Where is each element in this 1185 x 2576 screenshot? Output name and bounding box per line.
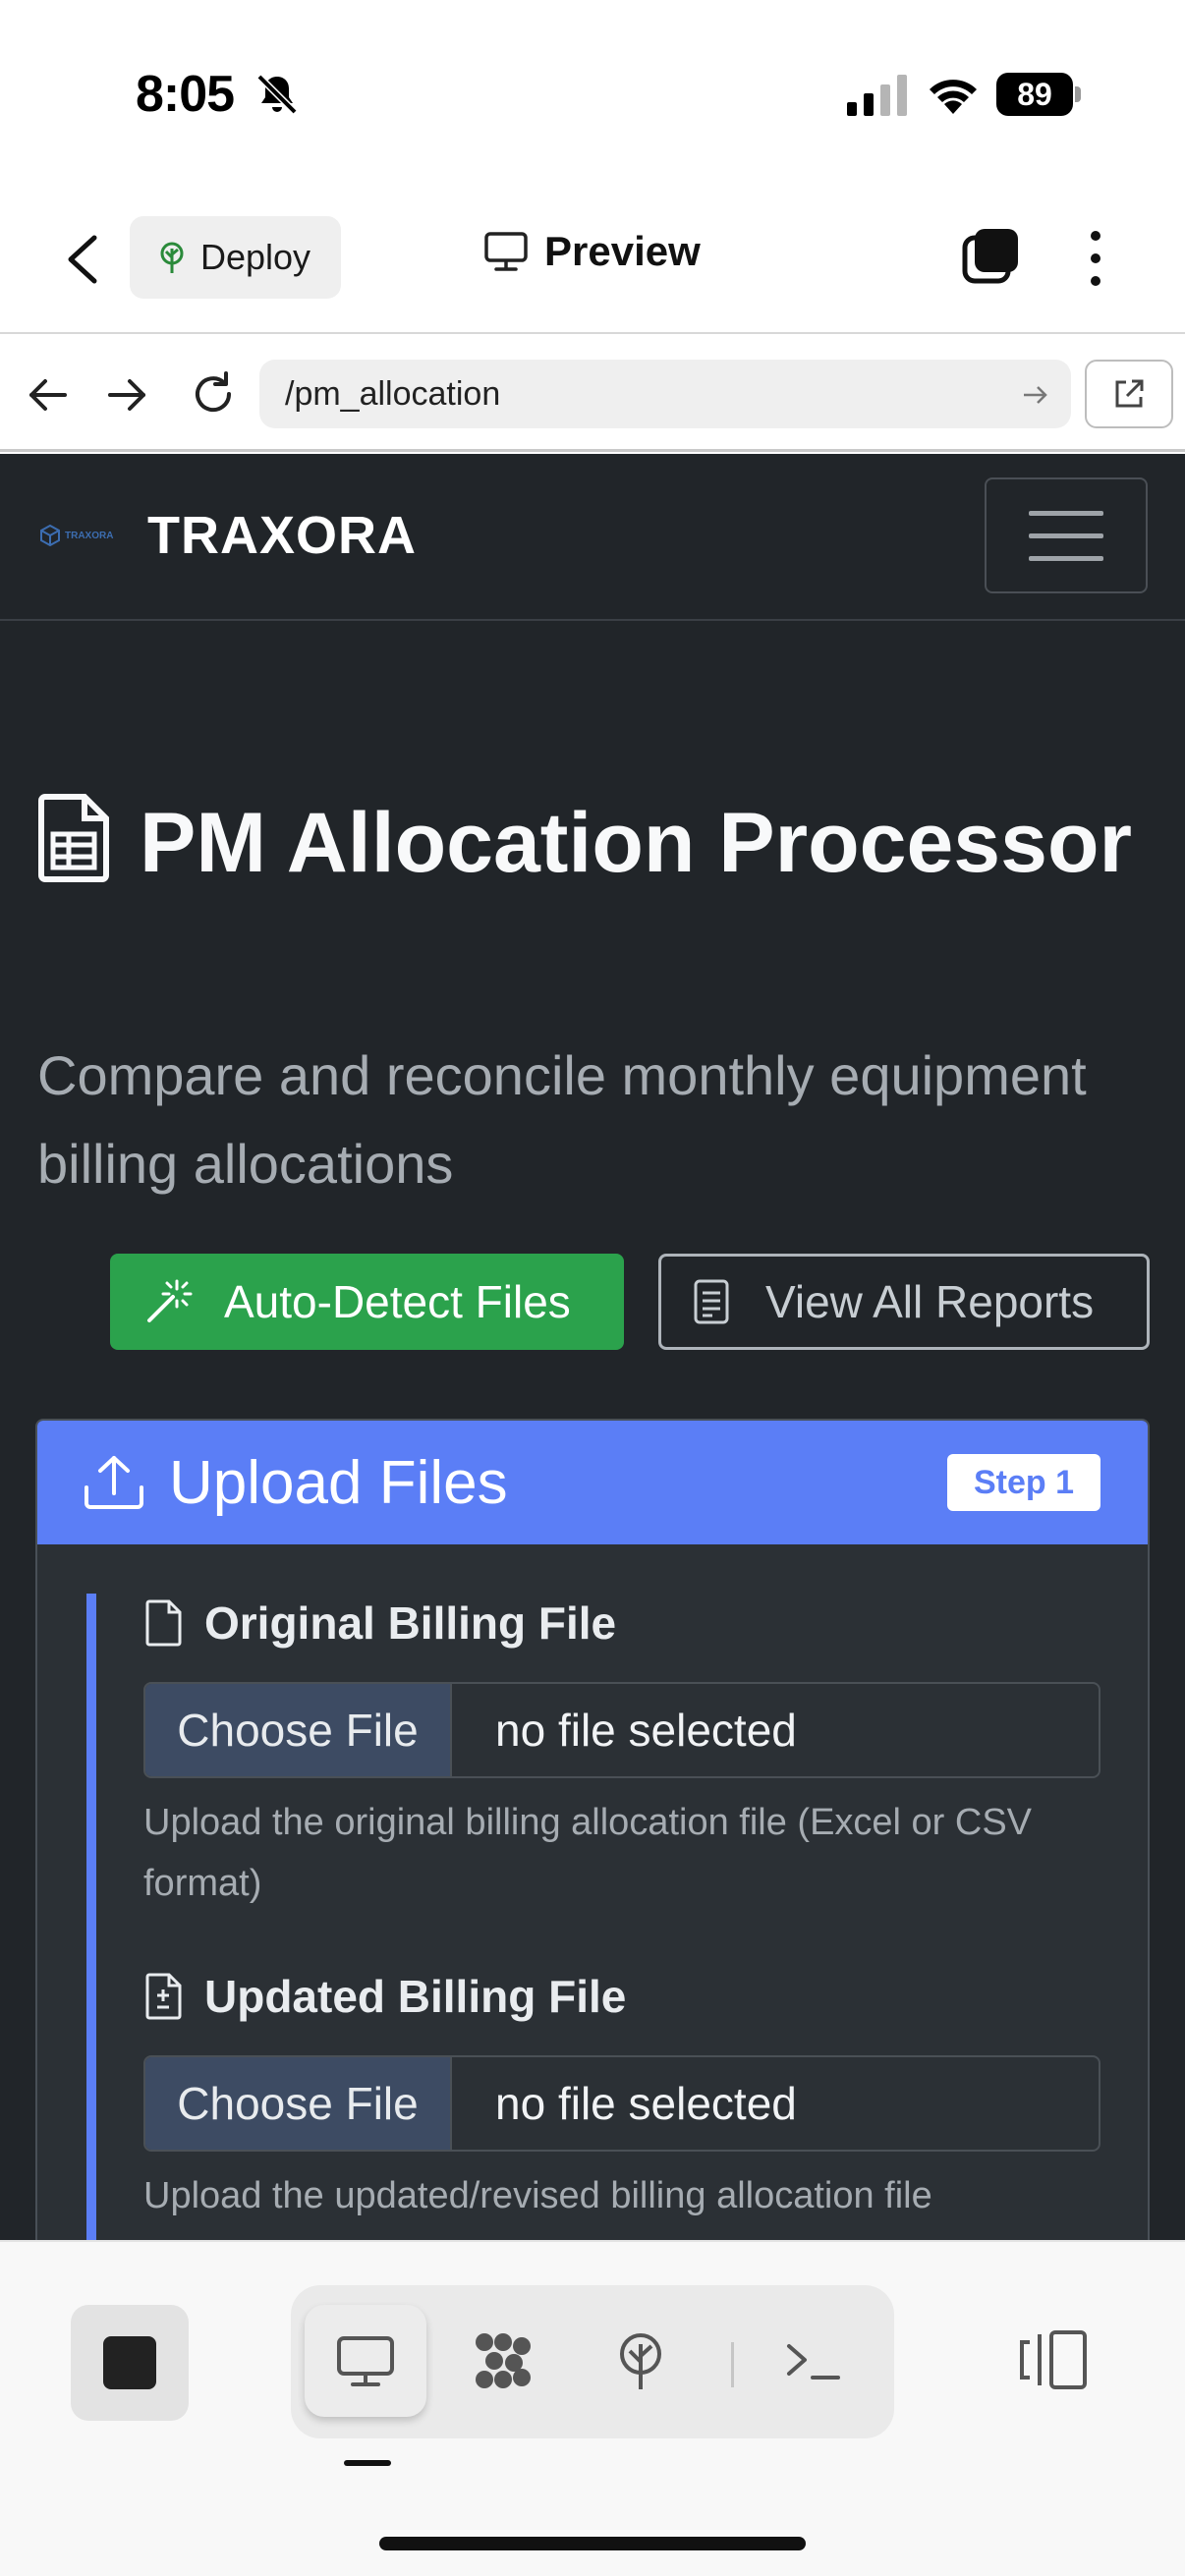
upload-card-title: Upload Files [169, 1448, 508, 1517]
brand-logo[interactable]: TRAXORA [39, 521, 118, 550]
updated-billing-file-help: Upload the updated/revised billing alloc… [143, 2175, 932, 2216]
home-indicator [379, 2537, 806, 2550]
magic-wand-icon [147, 1279, 193, 1322]
view-switcher [291, 2285, 894, 2438]
stop-button[interactable] [71, 2305, 189, 2421]
choose-file-button[interactable]: Choose File [145, 2057, 452, 2150]
original-billing-file-label: Original Billing File [143, 1594, 1106, 1652]
open-external-button[interactable] [1085, 360, 1173, 428]
tabs-icon[interactable] [961, 226, 1022, 287]
split-panel-icon[interactable] [1018, 2328, 1089, 2391]
updated-billing-file-label: Updated Billing File [143, 1967, 1106, 2026]
external-link-icon [1115, 379, 1144, 408]
file-status-text: no file selected [495, 1705, 797, 1756]
preview-tab[interactable]: Preview [483, 228, 701, 275]
monitor-icon [484, 232, 528, 271]
auto-detect-files-label: Auto-Detect Files [224, 1276, 571, 1327]
preview-view-button[interactable] [305, 2305, 426, 2417]
wifi-icon [930, 80, 977, 114]
deploy-button[interactable]: Deploy [130, 216, 341, 299]
deploy-tree-icon [160, 242, 184, 273]
arrow-left-icon[interactable] [26, 373, 69, 417]
more-options-icon[interactable] [1081, 228, 1110, 289]
upload-files-card: Upload Files Step 1 Original Billing Fil… [35, 1419, 1150, 2240]
preview-label: Preview [544, 228, 701, 274]
battery-level: 89 [996, 73, 1073, 116]
bell-slash-icon [256, 74, 298, 115]
hamburger-line [1029, 555, 1103, 561]
page-title-text: PM Allocation Processor [140, 796, 1132, 890]
url-input[interactable]: /pm_allocation [259, 360, 1071, 428]
battery-icon: 89 [996, 73, 1081, 116]
app-top-bar: Deploy Preview [0, 196, 1185, 334]
original-billing-file-input[interactable]: Choose File no file selected [143, 1682, 1100, 1778]
stop-icon [103, 2336, 156, 2389]
hamburger-line [1029, 510, 1103, 516]
browser-toolbar: /pm_allocation [0, 336, 1185, 452]
site-navbar: TRAXORA TRAXORA [0, 454, 1185, 621]
upload-icon [85, 1456, 143, 1509]
url-text: /pm_allocation [285, 374, 501, 413]
terminal-prompt-icon [787, 2344, 840, 2380]
original-billing-file-group: Original Billing File Choose File no fil… [143, 1594, 1106, 1914]
upload-card-body: Original Billing File Choose File no fil… [86, 1594, 1108, 2240]
original-billing-file-label-text: Original Billing File [204, 1597, 617, 1649]
web-page: TRAXORA TRAXORA PM Allocation Processor … [0, 454, 1185, 2240]
choose-file-button[interactable]: Choose File [145, 1684, 452, 1776]
updated-billing-file-input[interactable]: Choose File no file selected [143, 2055, 1100, 2152]
status-bar: 8:05 89 [0, 0, 1185, 196]
cube-logo-icon [40, 525, 60, 546]
back-chevron-icon[interactable] [59, 232, 108, 287]
deploy-tree-icon [620, 2333, 661, 2389]
document-icon [694, 1279, 729, 1324]
arrow-right-icon[interactable] [106, 373, 149, 417]
hamburger-line [1029, 532, 1103, 538]
view-all-reports-button[interactable]: View All Reports [658, 1254, 1150, 1350]
toolbar-divider [731, 2342, 734, 2387]
file-diff-icon [145, 1973, 182, 2020]
auto-detect-files-button[interactable]: Auto-Detect Files [110, 1254, 624, 1350]
step-badge: Step 1 [947, 1454, 1100, 1511]
status-time: 8:05 [136, 66, 235, 123]
page-subtitle: Compare and reconcile monthly equipment … [37, 1044, 1087, 1195]
workflows-view-button[interactable] [442, 2305, 564, 2417]
file-status-text: no file selected [495, 2078, 797, 2129]
network-nodes-icon [476, 2333, 531, 2388]
battery-tip [1075, 86, 1081, 102]
original-billing-file-help: Upload the original billing allocation f… [143, 1802, 1033, 1904]
cellular-signal-icon [847, 75, 907, 116]
go-arrow-icon[interactable] [1022, 383, 1049, 407]
menu-toggle-button[interactable] [985, 477, 1148, 593]
monitor-icon [337, 2336, 394, 2386]
view-all-reports-label: View All Reports [765, 1276, 1095, 1327]
spreadsheet-file-icon [38, 794, 109, 882]
brand-name[interactable]: TRAXORA [147, 505, 417, 566]
bottom-toolbar [0, 2240, 1185, 2576]
reload-icon[interactable] [189, 369, 238, 419]
updated-billing-file-label-text: Updated Billing File [204, 1971, 627, 2022]
file-icon [145, 1599, 182, 1647]
upload-card-header: Upload Files Step 1 [37, 1421, 1148, 1544]
deployments-view-button[interactable] [580, 2305, 702, 2417]
page-title: PM Allocation Processor [37, 788, 1157, 898]
brand-logo-text: TRAXORA [65, 530, 114, 541]
updated-billing-file-group: Updated Billing File Choose File no file… [143, 1967, 1106, 2226]
deploy-label: Deploy [200, 237, 311, 277]
active-tab-indicator [344, 2460, 391, 2466]
console-view-button[interactable] [753, 2305, 875, 2417]
